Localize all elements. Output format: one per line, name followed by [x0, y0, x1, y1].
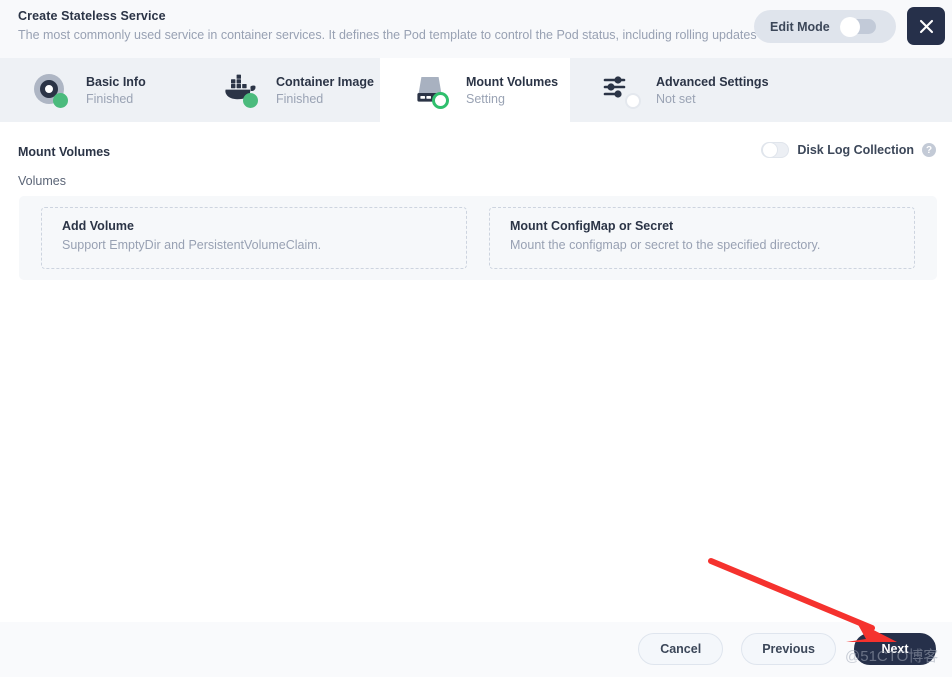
disk-log-collection-label: Disk Log Collection — [797, 143, 914, 157]
edit-mode-switch[interactable] — [839, 16, 876, 37]
card-description: Support EmptyDir and PersistentVolumeCla… — [62, 238, 322, 252]
mount-configmap-or-secret-card[interactable]: Mount ConfigMap or Secret Mount the conf… — [489, 207, 915, 269]
previous-button[interactable]: Previous — [741, 633, 836, 665]
section-title: Mount Volumes — [18, 145, 111, 159]
volumes-label: Volumes — [18, 174, 66, 188]
edit-mode-toggle[interactable]: Edit Mode — [754, 10, 896, 43]
disk-log-collection-row: Disk Log Collection ? — [761, 142, 936, 158]
tab-advanced-settings[interactable]: Advanced Settings Not set — [570, 58, 769, 122]
docker-icon — [222, 71, 262, 109]
card-title: Mount ConfigMap or Secret — [510, 219, 674, 233]
tab-label: Basic Info — [86, 74, 146, 89]
tab-label: Container Image — [276, 74, 374, 89]
tab-container-image[interactable]: Container Image Finished — [190, 58, 380, 122]
card-description: Mount the configmap or secret to the spe… — [510, 238, 821, 252]
close-icon — [918, 18, 935, 35]
create-stateless-service-dialog: Create Stateless Service The most common… — [0, 0, 952, 677]
tab-mount-volumes[interactable]: Mount Volumes Setting — [380, 58, 570, 122]
dialog-header: Create Stateless Service The most common… — [0, 0, 952, 58]
tab-label: Advanced Settings — [656, 74, 769, 89]
status-ring-green — [432, 92, 449, 109]
sliders-icon — [602, 71, 642, 109]
tab-status: Not set — [656, 91, 696, 106]
dialog-footer: Cancel Previous Next — [0, 622, 952, 677]
status-ring-empty — [625, 93, 641, 109]
tab-status: Finished — [276, 91, 324, 106]
tab-status: Setting — [466, 91, 505, 106]
edit-mode-label: Edit Mode — [770, 19, 830, 34]
main-content: Mount Volumes Volumes Disk Log Collectio… — [0, 122, 952, 622]
tab-basic-info[interactable]: Basic Info Finished — [0, 58, 190, 122]
tab-label: Mount Volumes — [466, 74, 559, 89]
step-tabs: Basic Info Finished Container Image Fini… — [0, 58, 952, 122]
cancel-button[interactable]: Cancel — [638, 633, 724, 665]
question-mark-icon[interactable]: ? — [922, 143, 936, 157]
status-dot-green — [243, 93, 258, 108]
status-dot-green — [53, 93, 68, 108]
harddisk-icon — [412, 71, 452, 109]
disc-icon — [32, 71, 72, 109]
next-button[interactable]: Next — [854, 633, 936, 665]
add-volume-card[interactable]: Add Volume Support EmptyDir and Persiste… — [41, 207, 467, 269]
card-title: Add Volume — [62, 219, 134, 233]
volumes-card-container: Add Volume Support EmptyDir and Persiste… — [19, 196, 937, 280]
page-title: Create Stateless Service — [18, 9, 166, 23]
disk-log-collection-toggle[interactable] — [761, 142, 790, 158]
footer-button-group: Cancel Previous Next — [638, 633, 936, 665]
tab-status: Finished — [86, 91, 134, 106]
close-button[interactable] — [907, 7, 945, 45]
